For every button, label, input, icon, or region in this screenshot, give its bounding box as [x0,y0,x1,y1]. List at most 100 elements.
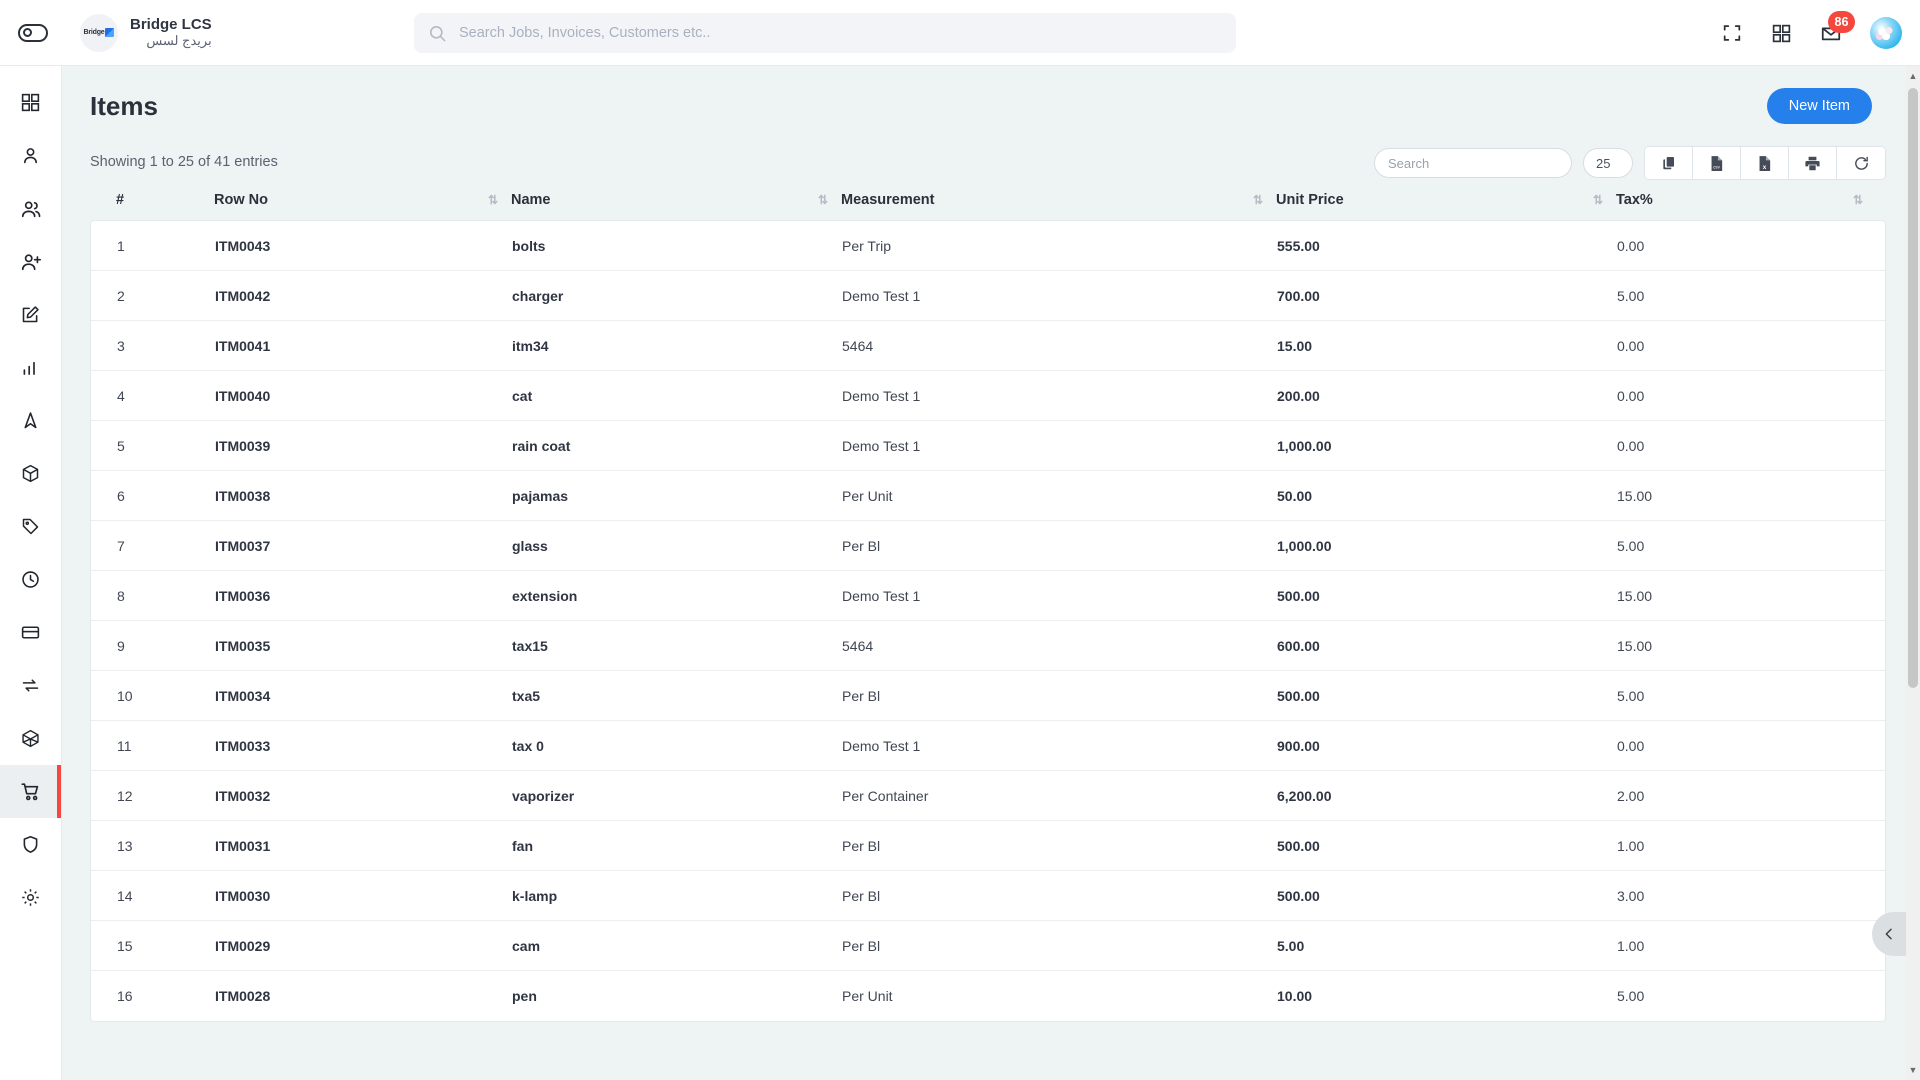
table-row[interactable]: 14 ITM0030 k-lamp Per Bl 500.00 3.00 [91,871,1885,921]
cell-name: cam [512,937,541,954]
column-header-measurement[interactable]: Measurement ⇅ [841,192,1276,208]
users-icon [21,200,40,217]
notifications-button[interactable]: 86 [1820,11,1855,44]
cell-measurement: Demo Test 1 [842,287,921,304]
brand-logo-text: Bridge [83,29,105,36]
cell-unit-price: 50.00 [1277,487,1313,504]
sidebar-item-quotation[interactable] [0,288,61,341]
cell-measurement: Demo Test 1 [842,437,921,454]
fullscreen-button[interactable] [1721,22,1743,44]
search-icon [429,25,446,41]
table-row[interactable]: 13 ITM0031 fan Per Bl 500.00 1.00 [91,821,1885,871]
table-row[interactable]: 9 ITM0035 tax15 5464 600.00 15.00 [91,621,1885,671]
cell-tax: 15.00 [1617,637,1653,654]
new-item-button[interactable]: New Item [1766,88,1872,124]
table-row[interactable]: 3 ITM0041 itm34 5464 15.00 0.00 [91,321,1885,371]
gear-icon [22,889,39,906]
cell-name: rain coat [512,437,571,454]
table-row[interactable]: 16 ITM0028 pen Per Unit 10.00 5.00 [91,971,1885,1021]
cell-index: 10 [117,687,133,704]
sidebar-item-navigation[interactable] [0,394,61,447]
cell-tax: 15.00 [1617,487,1653,504]
sidebar-item-items[interactable] [0,765,61,818]
scroll-up-arrow-icon[interactable]: ▲ [1906,68,1920,84]
cell-measurement: Per Bl [842,937,881,954]
cell-unit-price: 500.00 [1277,837,1320,854]
cell-row-no: ITM0032 [215,787,271,804]
cell-name: itm34 [512,337,549,354]
column-header-row-no[interactable]: Row No ⇅ [214,192,511,208]
cell-measurement: Per Bl [842,837,881,854]
table-row[interactable]: 7 ITM0037 glass Per Bl 1,000.00 5.00 [91,521,1885,571]
cube-icon [22,729,39,748]
cell-row-no: ITM0043 [215,237,271,254]
copy-button[interactable] [1645,147,1693,179]
top-bar: Bridge Bridge LCS بريدج لسس Search Jobs,… [0,0,1920,66]
cell-index: 9 [117,637,125,654]
global-search[interactable] [414,13,1236,53]
cell-row-no: ITM0028 [215,988,271,1004]
sidebar-item-reports[interactable] [0,341,61,394]
sidebar-item-packages[interactable] [0,447,61,500]
column-header-name[interactable]: Name ⇅ [511,192,841,208]
table-row[interactable]: 11 ITM0033 tax 0 Demo Test 1 900.00 0.00 [91,721,1885,771]
avatar[interactable] [1870,17,1902,49]
global-search-input[interactable] [459,25,1222,41]
cell-tax: 0.00 [1617,737,1645,754]
table-row[interactable]: 6 ITM0038 pajamas Per Unit 50.00 15.00 [91,471,1885,521]
sidebar-item-employees[interactable] [0,182,61,235]
page-scrollbar[interactable]: ▲ ▼ [1906,66,1920,1080]
sidebar-item-settings[interactable] [0,871,61,924]
cell-index: 2 [117,287,125,304]
sidebar-item-payments[interactable] [0,606,61,659]
sidebar-item-security[interactable] [0,818,61,871]
print-button[interactable] [1789,147,1837,179]
table-row[interactable]: 15 ITM0029 cam Per Bl 5.00 1.00 [91,921,1885,971]
table-row[interactable]: 8 ITM0036 extension Demo Test 1 500.00 15.00 [91,571,1885,621]
cell-index: 5 [117,437,125,454]
sidebar-item-timesheet[interactable] [0,553,61,606]
apps-button[interactable] [1771,23,1792,44]
sidebar-item-assets[interactable] [0,712,61,765]
notifications-badge: 86 [1828,11,1855,33]
shopping-cart-icon [20,782,38,800]
table-row[interactable]: 5 ITM0039 rain coat Demo Test 1 1,000.00 0.00 [91,421,1885,471]
sidebar [0,66,62,1080]
export-button-group: csv x [1644,146,1886,180]
excel-button[interactable]: x [1741,147,1789,179]
table-row[interactable]: 2 ITM0042 charger Demo Test 1 700.00 5.00 [91,271,1885,321]
cell-index: 3 [117,337,125,354]
cell-index: 6 [117,487,125,504]
column-header-unit-price[interactable]: Unit Price ⇅ [1276,192,1616,208]
brand[interactable]: Bridge Bridge LCS بريدج لسس [80,13,212,52]
cell-unit-price: 700.00 [1277,287,1320,304]
scroll-down-arrow-icon[interactable]: ▼ [1906,1062,1920,1078]
sidebar-item-add-user[interactable] [0,235,61,288]
sidebar-toggle-button[interactable] [0,23,66,42]
column-header-tax[interactable]: Tax% ⇅ [1616,192,1876,208]
table-row[interactable]: 1 ITM0043 bolts Per Trip 555.00 0.00 [91,221,1885,271]
page-length-input[interactable] [1583,148,1633,178]
scrollbar-thumb[interactable] [1908,88,1918,688]
column-header-index[interactable]: # [90,192,214,208]
cell-unit-price: 5.00 [1277,937,1305,954]
page-title: Items [90,90,158,121]
csv-button[interactable]: csv [1693,147,1741,179]
table-row[interactable]: 10 ITM0034 txa5 Per Bl 500.00 5.00 [91,671,1885,721]
table-row[interactable]: 12 ITM0032 vaporizer Per Container 6,200.00 2… [91,771,1885,821]
table-row[interactable]: 4 ITM0040 cat Demo Test 1 200.00 0.00 [91,371,1885,421]
toggle-knob [23,28,32,37]
cell-tax: 0.00 [1617,237,1645,254]
sort-updown-icon: ⇅ [1852,193,1863,207]
sidebar-item-customer[interactable] [0,129,61,182]
main-content: Items New Item Showing 1 to 25 of 41 ent… [62,66,1920,1080]
table-search-input[interactable] [1374,148,1572,178]
sidebar-item-tags[interactable] [0,500,61,553]
sidebar-item-transfers[interactable] [0,659,61,712]
navigation-arrow-icon [24,412,37,429]
column-header-measurement-label: Measurement [841,192,935,208]
cell-tax: 15.00 [1617,587,1653,604]
sidebar-item-dashboard[interactable] [0,76,61,129]
refresh-button[interactable] [1837,147,1885,179]
column-header-index-label: # [116,192,125,208]
